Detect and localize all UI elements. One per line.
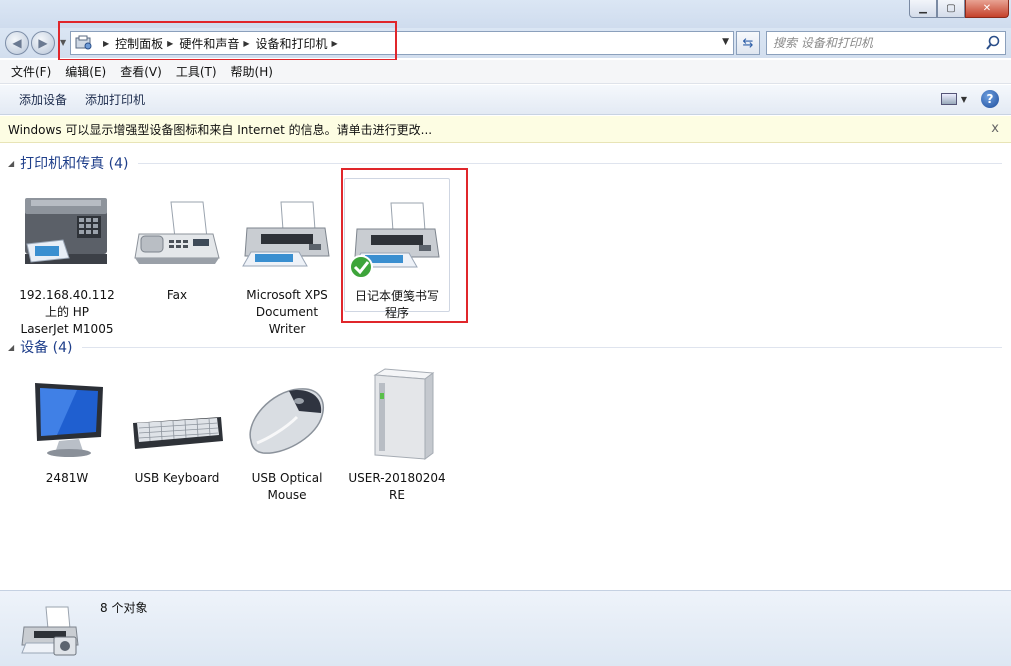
menu-tools[interactable]: 工具(T) xyxy=(169,61,224,82)
menu-edit[interactable]: 编辑(E) xyxy=(58,61,113,82)
collapse-arrow-icon[interactable]: ◢ xyxy=(8,159,14,168)
close-icon[interactable]: x xyxy=(991,121,999,136)
back-button[interactable]: ◀ xyxy=(5,31,29,55)
add-printer-button[interactable]: 添加打印机 xyxy=(76,87,154,112)
forward-button[interactable]: ▶ xyxy=(31,31,55,55)
fax-icon xyxy=(134,201,220,264)
group-divider xyxy=(138,162,1002,164)
keyboard-icon xyxy=(133,417,223,449)
monitor-icon xyxy=(35,383,103,457)
group-divider xyxy=(82,346,1002,348)
group-title: 打印机和传真 (4) xyxy=(20,156,129,172)
close-icon: ✕ xyxy=(982,3,992,14)
device-label: Microsoft XPS Document Writer xyxy=(246,288,328,336)
device-xps-writer[interactable]: Microsoft XPS Document Writer xyxy=(232,182,342,338)
address-history-dropdown[interactable]: ▼ xyxy=(722,37,729,47)
search-icon[interactable] xyxy=(986,35,1000,51)
group-title: 设备 (4) xyxy=(20,340,73,356)
computer-tower-icon xyxy=(373,368,435,460)
search-box xyxy=(766,31,1006,55)
device-label: USB Optical Mouse xyxy=(251,471,323,502)
device-label: 2481W xyxy=(45,471,89,485)
add-device-button[interactable]: 添加设备 xyxy=(10,87,76,112)
device-monitor[interactable]: 2481W xyxy=(12,365,122,487)
help-icon[interactable]: ? xyxy=(981,90,999,108)
arrow-left-icon: ◀ xyxy=(12,36,22,50)
search-input[interactable] xyxy=(773,35,981,51)
group-header-devices[interactable]: ◢ 设备 (4) xyxy=(8,337,1002,357)
menu-view[interactable]: 查看(V) xyxy=(113,61,169,82)
menu-file[interactable]: 文件(F) xyxy=(4,61,58,82)
device-highlight-box xyxy=(341,168,468,323)
view-options-dropdown[interactable]: ▼ xyxy=(961,95,967,104)
device-fax[interactable]: Fax xyxy=(122,182,232,304)
device-hp-laserjet[interactable]: 192.168.40.112 上的 HP LaserJet M1005 xyxy=(12,182,122,338)
collapse-arrow-icon[interactable]: ◢ xyxy=(8,343,14,352)
menu-help[interactable]: 帮助(H) xyxy=(224,61,280,82)
device-label: 192.168.40.112 上的 HP LaserJet M1005 xyxy=(19,288,115,336)
refresh-button[interactable]: ⇆ xyxy=(736,31,760,55)
printer-icon xyxy=(242,201,330,267)
device-usb-keyboard[interactable]: USB Keyboard xyxy=(122,365,232,487)
info-bar-message[interactable]: Windows 可以显示增强型设备图标和来自 Internet 的信息。请单击进… xyxy=(8,121,432,138)
change-view-icon[interactable] xyxy=(940,93,957,105)
arrow-right-icon: ▶ xyxy=(38,36,48,50)
maximize-button[interactable]: ▢ xyxy=(937,0,965,18)
minimize-icon: ▁ xyxy=(919,3,927,14)
command-bar-right: ▼ ? xyxy=(940,90,999,108)
object-count: 8 个对象 xyxy=(100,601,148,615)
device-label: USER-20180204 RE xyxy=(348,471,446,502)
group-header-printers[interactable]: ◢ 打印机和传真 (4) xyxy=(8,153,1002,173)
printer-icon xyxy=(21,606,79,656)
minimize-button[interactable]: ▁ xyxy=(909,0,937,18)
close-button[interactable]: ✕ xyxy=(965,0,1009,18)
device-computer[interactable]: USER-20180204 RE xyxy=(342,365,452,504)
device-label: Fax xyxy=(166,288,188,302)
device-label: USB Keyboard xyxy=(134,471,220,485)
address-highlight-box xyxy=(58,21,397,61)
device-usb-mouse[interactable]: USB Optical Mouse xyxy=(232,365,342,504)
maximize-icon: ▢ xyxy=(946,3,956,14)
mouse-icon xyxy=(249,388,324,454)
mfp-printer-icon xyxy=(25,198,107,264)
window-controls: ▁ ▢ ✕ xyxy=(909,0,1009,18)
info-bar[interactable]: Windows 可以显示增强型设备图标和来自 Internet 的信息。请单击进… xyxy=(0,116,1011,143)
menu-bar: 文件(F) 编辑(E) 查看(V) 工具(T) 帮助(H) xyxy=(0,60,1011,84)
refresh-icon: ⇆ xyxy=(742,35,754,51)
command-bar: 添加设备 添加打印机 ▼ ? xyxy=(0,85,1011,115)
details-pane: 8 个对象 xyxy=(0,590,1011,666)
